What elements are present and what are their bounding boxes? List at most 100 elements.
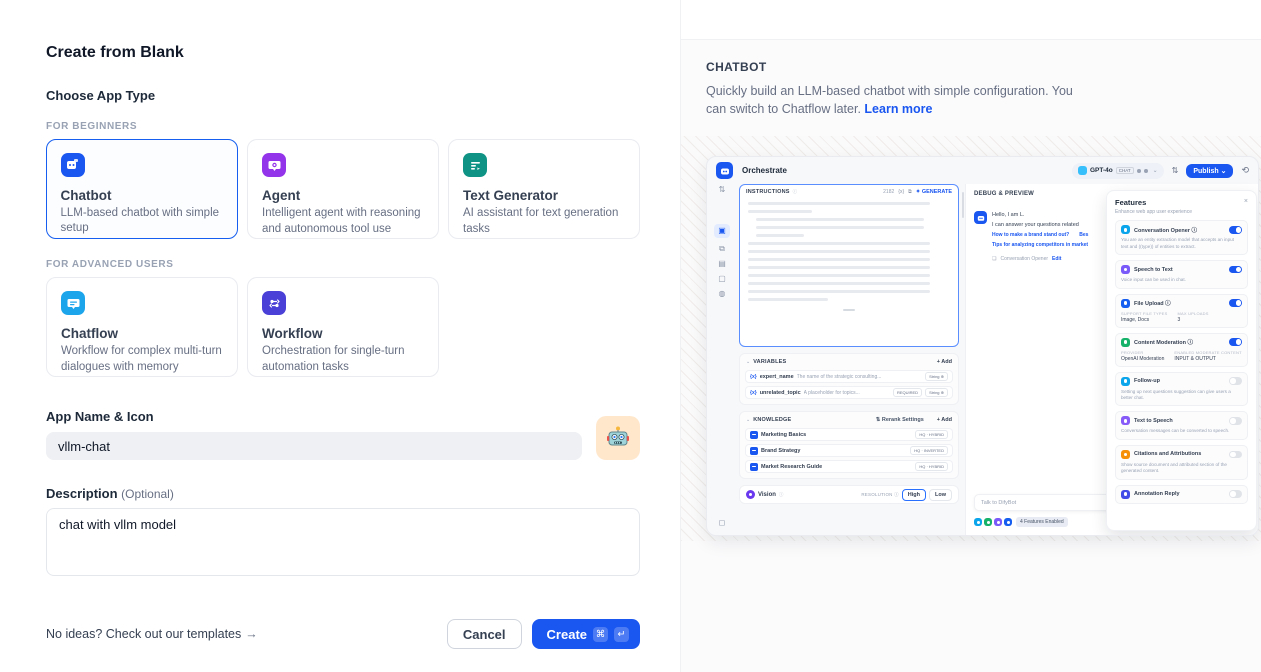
document-nav-icon: ▤ [718, 260, 726, 268]
beginners-group-label: FOR BEGINNERS [46, 121, 640, 132]
citation-icon [1121, 450, 1130, 459]
app-name-label: App Name & Icon [46, 409, 582, 424]
history-icon: ⟲ [1241, 165, 1249, 176]
preview-hatch-band: Orchestrate GPT-4o CHAT ⌄ ⇅ Publish ⌄ ⟲ [681, 136, 1261, 541]
cmd-key-icon: ⌘ [593, 627, 608, 642]
variable-tag-icon: {x} [750, 390, 757, 396]
feature-follow-up: Follow-up Setting up next questions sugg… [1115, 372, 1248, 407]
info-description: Quickly build an LLM-based chatbot with … [706, 82, 1096, 118]
beginner-cards-row: Chatbot LLM-based chatbot with simple se… [46, 139, 640, 239]
vision-eye-icon [1144, 169, 1148, 173]
dataset-icon [750, 447, 758, 455]
app-type-card-chatflow[interactable]: Chatflow Workflow for complex multi-turn… [46, 277, 238, 377]
monitor-nav-icon: ▣ [714, 224, 730, 238]
create-form-pane: Create from Blank Choose App Type FOR BE… [0, 0, 680, 672]
variable-tag-icon: {x} [750, 374, 757, 380]
chatflow-icon [61, 291, 85, 315]
knowledge-row: Marketing Basics HQ · HYBRID [745, 428, 953, 441]
toggle [1229, 266, 1242, 274]
arrow-right-icon: → [245, 627, 258, 641]
app-icon-picker[interactable] [596, 416, 640, 460]
app-type-info-pane: CHATBOT Quickly build an LLM-based chatb… [680, 0, 1261, 672]
card-desc: Intelligent agent with reasoning and aut… [262, 206, 424, 237]
rerank-settings-button: ⇅ Rerank Settings [876, 417, 924, 423]
model-settings-icon: ⇅ [1172, 166, 1179, 175]
image-nav-icon: ⧉ [719, 245, 725, 253]
feature-annotation-reply: Annotation Reply [1115, 485, 1248, 504]
templates-link[interactable]: No ideas? Check out our templates→ [46, 627, 258, 641]
model-name: GPT-4o [1090, 167, 1113, 174]
follow-up-icon [1121, 377, 1130, 386]
preview-title: Orchestrate [742, 166, 787, 175]
learn-more-link[interactable]: Learn more [864, 102, 932, 116]
scrollbar-thumb [962, 192, 964, 218]
variable-type-chip: String ⊕ [925, 372, 948, 381]
feature-text-to-speech: Text to Speech Conversation messages can… [1115, 411, 1248, 439]
app-type-card-chatbot[interactable]: Chatbot LLM-based chatbot with simple se… [46, 139, 238, 239]
knowledge-row: Brand Strategy HQ · INVERTED [745, 444, 953, 457]
model-selector: GPT-4o CHAT ⌄ [1072, 163, 1164, 179]
dataset-icon [750, 431, 758, 439]
advanced-cards-row: Chatflow Workflow for complex multi-turn… [46, 277, 640, 377]
features-enabled-row: 4 Features Enabled [974, 517, 1068, 527]
card-desc: Orchestration for single-turn automation… [262, 344, 424, 375]
description-label: Description (Optional) [46, 486, 640, 501]
annotation-icon [1121, 490, 1130, 499]
notes-nav-icon: ▢ [718, 275, 726, 283]
resolution-label: RESOLUTION ⓘ [861, 492, 898, 498]
create-button[interactable]: Create ⌘ ↵ [532, 619, 640, 649]
feature-content-moderation: Content Moderation ⓘ PROVIDER OpenAI Mod… [1115, 333, 1248, 367]
toggle [1229, 226, 1242, 234]
file-upload-icon [1121, 299, 1130, 308]
feature-citations: Citations and Attributions Show source d… [1115, 445, 1248, 480]
speech-mini-icon [994, 518, 1002, 526]
info-title: CHATBOT [706, 60, 1236, 74]
generate-button: ✦ GENERATE [916, 189, 952, 195]
info-icon: ⓘ [779, 492, 784, 498]
resolution-low-chip: Low [929, 489, 952, 501]
app-type-card-agent[interactable]: Agent Intelligent agent with reasoning a… [247, 139, 439, 239]
microphone-icon [1121, 265, 1130, 274]
vision-row: Vision ⓘ RESOLUTION ⓘ High Low [739, 485, 959, 504]
card-title: Chatflow [61, 326, 223, 341]
cancel-button[interactable]: Cancel [447, 619, 522, 649]
toggle [1229, 299, 1242, 307]
required-chip: REQUIRED [893, 388, 922, 397]
feature-speech-to-text: Speech to Text Voice input can be used i… [1115, 260, 1248, 288]
vision-icon [746, 490, 755, 499]
choose-app-type-label: Choose App Type [46, 88, 640, 103]
copy-icon: ⧉ [908, 189, 912, 195]
preview-app-icon [716, 162, 733, 179]
app-type-card-text-generator[interactable]: Text Generator AI assistant for text gen… [448, 139, 640, 239]
create-app-modal: Create from Blank Choose App Type FOR BE… [0, 0, 1261, 672]
card-title: Agent [262, 188, 424, 203]
app-type-card-workflow[interactable]: Workflow Orchestration for single-turn a… [247, 277, 439, 377]
toggle [1229, 417, 1242, 425]
app-name-input[interactable] [46, 432, 582, 460]
resize-handle [843, 309, 855, 311]
dialog-title: Create from Blank [46, 44, 640, 62]
card-desc: LLM-based chatbot with simple setup [61, 206, 224, 237]
app-name-row: App Name & Icon [46, 409, 640, 460]
close-icon: × [1244, 198, 1248, 205]
opener-mini-icon [974, 518, 982, 526]
chevron-down-icon: ⌄ [1153, 167, 1158, 174]
shield-icon [1121, 338, 1130, 347]
bot-avatar [974, 211, 987, 224]
info-icon: ⓘ [793, 189, 798, 195]
index-mode-chip: HQ · HYBRID [915, 462, 948, 471]
card-title: Workflow [262, 326, 424, 341]
moderation-mini-icon [984, 518, 992, 526]
globe-nav-icon: ◍ [719, 290, 726, 298]
add-knowledge-button: + Add [937, 417, 952, 423]
advanced-group-label: FOR ADVANCED USERS [46, 259, 640, 270]
text-generator-icon [463, 153, 487, 177]
suggestion-link: Tips for analyzing competitors in market [992, 240, 1088, 250]
resolution-high-chip: High [902, 489, 926, 501]
description-textarea[interactable]: chat with vllm model [46, 508, 640, 576]
chatbot-icon [61, 153, 85, 177]
knowledge-row: Market Research Guide HQ · HYBRID [745, 460, 953, 473]
features-panel: Features × Enhance web app user experien… [1106, 190, 1257, 531]
agent-icon [262, 153, 286, 177]
preview-config-column: INSTRUCTIONS ⓘ 2182 {x} ⧉ ✦ GENERATE [737, 184, 965, 535]
